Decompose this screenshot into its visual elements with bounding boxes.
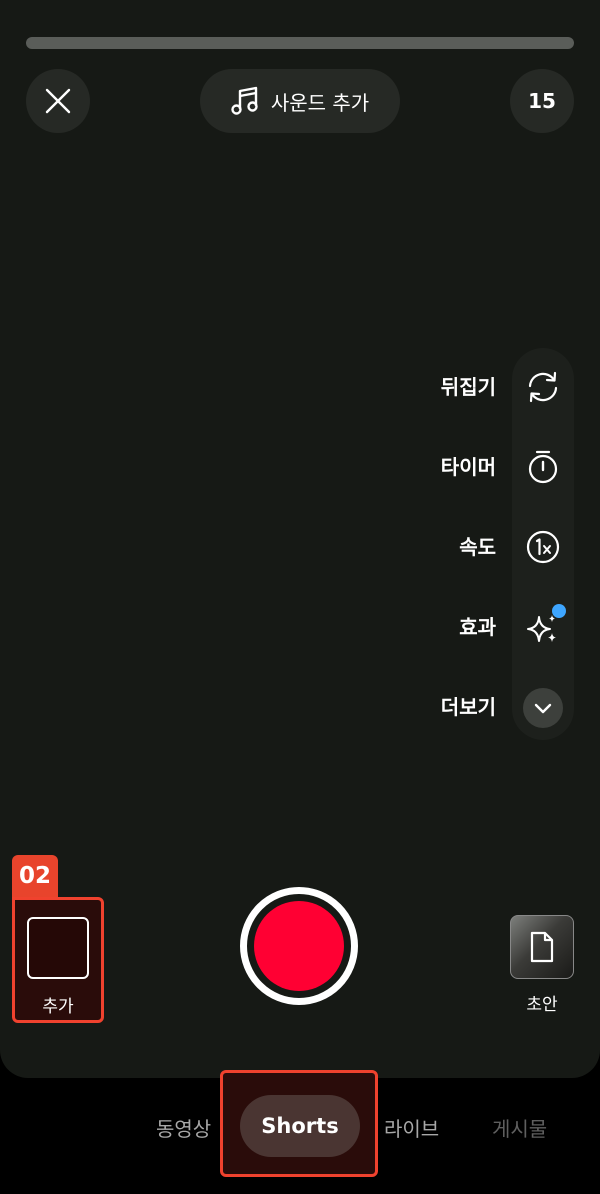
- tool-flip-label: 뒤집기: [440, 375, 496, 399]
- duration-button[interactable]: 15: [510, 69, 574, 133]
- add-media-button[interactable]: 추가: [12, 897, 104, 1023]
- tab-post[interactable]: 게시물: [492, 1113, 547, 1142]
- recording-progress-bar: [26, 37, 574, 49]
- tool-effects-label: 효과: [459, 615, 496, 639]
- close-button[interactable]: [26, 69, 90, 133]
- record-button[interactable]: [240, 887, 358, 1005]
- chevron-down-icon[interactable]: [523, 688, 563, 728]
- tool-more-label: 더보기: [440, 695, 496, 719]
- new-effects-dot: [552, 604, 566, 618]
- add-media-label: 추가: [42, 997, 74, 1017]
- tab-live[interactable]: 라이브: [384, 1113, 439, 1142]
- tab-shorts-highlight: Shorts: [220, 1070, 378, 1177]
- tab-video[interactable]: 동영상: [156, 1113, 211, 1142]
- tab-shorts[interactable]: Shorts: [240, 1095, 360, 1157]
- speed-1x-icon[interactable]: [522, 526, 564, 568]
- document-icon: [530, 931, 554, 963]
- step-badge: 02: [12, 855, 58, 897]
- music-note-icon: [231, 86, 258, 115]
- drafts-button[interactable]: [510, 915, 574, 979]
- timer-icon[interactable]: [522, 446, 564, 488]
- drafts-label: 초안: [526, 995, 558, 1015]
- record-button-inner: [254, 901, 344, 991]
- tool-speed-label: 속도: [459, 535, 496, 559]
- duration-label: 15: [528, 89, 556, 113]
- camera-screen: 사운드 추가 15 뒤집기 타이머 속도 효과 더보기 02 추가 초안: [0, 0, 600, 1078]
- tool-timer-label: 타이머: [440, 455, 496, 479]
- close-icon: [45, 88, 71, 114]
- add-media-thumbnail: [27, 917, 89, 979]
- add-sound-label: 사운드 추가: [270, 90, 370, 115]
- flip-camera-icon[interactable]: [522, 366, 564, 408]
- add-sound-button[interactable]: 사운드 추가: [200, 69, 400, 133]
